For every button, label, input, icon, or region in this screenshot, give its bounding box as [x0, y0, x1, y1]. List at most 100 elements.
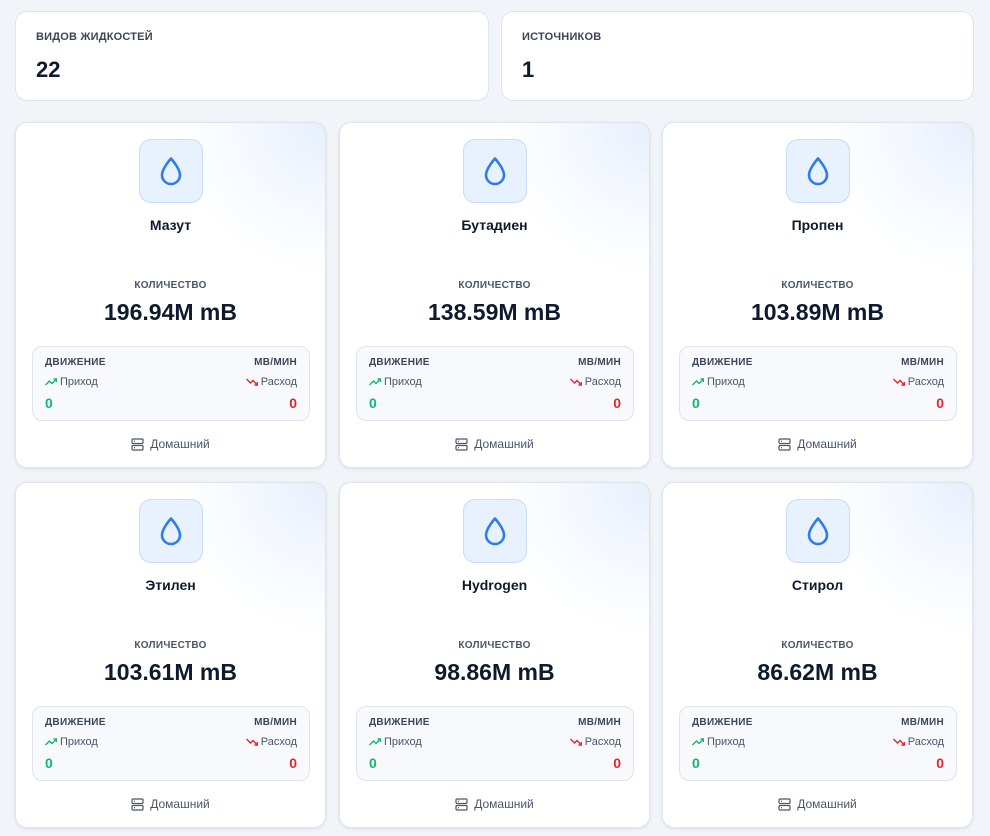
trend-up-icon — [692, 738, 704, 746]
server-icon — [778, 797, 791, 811]
expense-value: 0 — [613, 755, 621, 771]
movement-panel: ДВИЖЕНИЕ МВ/МИН Приход Расход 0 0 — [679, 346, 957, 421]
expense-label: Расход — [569, 736, 621, 748]
income-label: Приход — [692, 736, 745, 748]
server-icon — [131, 797, 144, 811]
movement-label: ДВИЖЕНИЕ — [45, 717, 106, 728]
rate-unit-label: МВ/МИН — [254, 357, 297, 368]
fluid-cards-grid: Мазут КОЛИЧЕСТВО 196.94M mB ДВИЖЕНИЕ МВ/… — [0, 0, 990, 836]
droplet-icon — [786, 139, 850, 203]
income-value: 0 — [369, 395, 377, 411]
movement-panel: ДВИЖЕНИЕ МВ/МИН Приход Расход 0 0 — [679, 706, 957, 781]
trend-down-icon — [569, 738, 582, 746]
expense-value: 0 — [936, 395, 944, 411]
quantity-label: КОЛИЧЕСТВО — [781, 280, 854, 291]
trend-down-icon — [892, 378, 905, 386]
droplet-icon — [463, 499, 527, 563]
movement-panel: ДВИЖЕНИЕ МВ/МИН Приход Расход 0 0 — [32, 346, 310, 421]
income-value: 0 — [369, 755, 377, 771]
movement-panel: ДВИЖЕНИЕ МВ/МИН Приход Расход 0 0 — [356, 346, 634, 421]
fluid-name: Бутадиен — [461, 217, 528, 233]
quantity-label: КОЛИЧЕСТВО — [134, 640, 207, 651]
source-row: Домашний — [663, 437, 972, 451]
expense-text: Расход — [260, 376, 297, 388]
quantity-value: 98.86M mB — [434, 659, 555, 685]
source-name: Домашний — [797, 437, 857, 451]
movement-panel: ДВИЖЕНИЕ МВ/МИН Приход Расход 0 0 — [32, 706, 310, 781]
income-value: 0 — [692, 395, 700, 411]
movement-label: ДВИЖЕНИЕ — [369, 717, 430, 728]
fluid-card[interactable]: Пропен КОЛИЧЕСТВО 103.89M mB ДВИЖЕНИЕ МВ… — [662, 122, 973, 468]
trend-up-icon — [45, 378, 57, 386]
droplet-icon — [139, 139, 203, 203]
income-value: 0 — [45, 755, 53, 771]
trend-up-icon — [369, 738, 381, 746]
income-label: Приход — [369, 736, 422, 748]
rate-unit-label: МВ/МИН — [254, 717, 297, 728]
server-icon — [131, 437, 144, 451]
fluid-name: Стирол — [791, 577, 844, 593]
income-text: Приход — [60, 736, 98, 748]
rate-unit-label: МВ/МИН — [578, 357, 621, 368]
source-name: Домашний — [474, 797, 534, 811]
quantity-value: 86.62M mB — [757, 659, 878, 685]
expense-text: Расход — [584, 736, 621, 748]
fluid-card[interactable]: Мазут КОЛИЧЕСТВО 196.94M mB ДВИЖЕНИЕ МВ/… — [15, 122, 326, 468]
fluid-card[interactable]: Этилен КОЛИЧЕСТВО 103.61M mB ДВИЖЕНИЕ МВ… — [15, 482, 326, 828]
expense-value: 0 — [936, 755, 944, 771]
rate-unit-label: МВ/МИН — [901, 357, 944, 368]
movement-label: ДВИЖЕНИЕ — [692, 357, 753, 368]
movement-label: ДВИЖЕНИЕ — [369, 357, 430, 368]
income-label: Приход — [45, 376, 98, 388]
expense-text: Расход — [584, 376, 621, 388]
trend-up-icon — [45, 738, 57, 746]
income-value: 0 — [692, 755, 700, 771]
expense-label: Расход — [892, 376, 944, 388]
fluid-card[interactable]: Бутадиен КОЛИЧЕСТВО 138.59M mB ДВИЖЕНИЕ … — [339, 122, 650, 468]
expense-text: Расход — [260, 736, 297, 748]
quantity-value: 138.59M mB — [428, 299, 561, 325]
income-label: Приход — [45, 736, 98, 748]
income-text: Приход — [707, 376, 745, 388]
fluid-name: Мазут — [149, 217, 192, 233]
expense-text: Расход — [907, 376, 944, 388]
movement-panel: ДВИЖЕНИЕ МВ/МИН Приход Расход 0 0 — [356, 706, 634, 781]
source-row: Домашний — [16, 437, 325, 451]
expense-label: Расход — [569, 376, 621, 388]
trend-down-icon — [892, 738, 905, 746]
source-name: Домашний — [797, 797, 857, 811]
expense-text: Расход — [907, 736, 944, 748]
income-text: Приход — [384, 736, 422, 748]
droplet-icon — [786, 499, 850, 563]
quantity-label: КОЛИЧЕСТВО — [134, 280, 207, 291]
trend-up-icon — [369, 378, 381, 386]
quantity-value: 103.61M mB — [104, 659, 237, 685]
movement-label: ДВИЖЕНИЕ — [692, 717, 753, 728]
source-name: Домашний — [474, 437, 534, 451]
droplet-icon — [463, 139, 527, 203]
quantity-label: КОЛИЧЕСТВО — [458, 640, 531, 651]
fluid-card[interactable]: Hydrogen КОЛИЧЕСТВО 98.86M mB ДВИЖЕНИЕ М… — [339, 482, 650, 828]
fluid-card[interactable]: Стирол КОЛИЧЕСТВО 86.62M mB ДВИЖЕНИЕ МВ/… — [662, 482, 973, 828]
income-label: Приход — [369, 376, 422, 388]
server-icon — [455, 797, 468, 811]
quantity-label: КОЛИЧЕСТВО — [458, 280, 531, 291]
source-row: Домашний — [340, 797, 649, 811]
droplet-icon — [139, 499, 203, 563]
income-value: 0 — [45, 395, 53, 411]
source-row: Домашний — [663, 797, 972, 811]
income-text: Приход — [707, 736, 745, 748]
source-row: Домашний — [16, 797, 325, 811]
trend-up-icon — [692, 378, 704, 386]
quantity-label: КОЛИЧЕСТВО — [781, 640, 854, 651]
income-label: Приход — [692, 376, 745, 388]
rate-unit-label: МВ/МИН — [901, 717, 944, 728]
fluid-name: Этилен — [145, 577, 196, 593]
source-name: Домашний — [150, 797, 210, 811]
expense-label: Расход — [245, 376, 297, 388]
fluid-name: Пропен — [791, 217, 844, 233]
expense-value: 0 — [289, 395, 297, 411]
rate-unit-label: МВ/МИН — [578, 717, 621, 728]
source-row: Домашний — [340, 437, 649, 451]
income-text: Приход — [60, 376, 98, 388]
